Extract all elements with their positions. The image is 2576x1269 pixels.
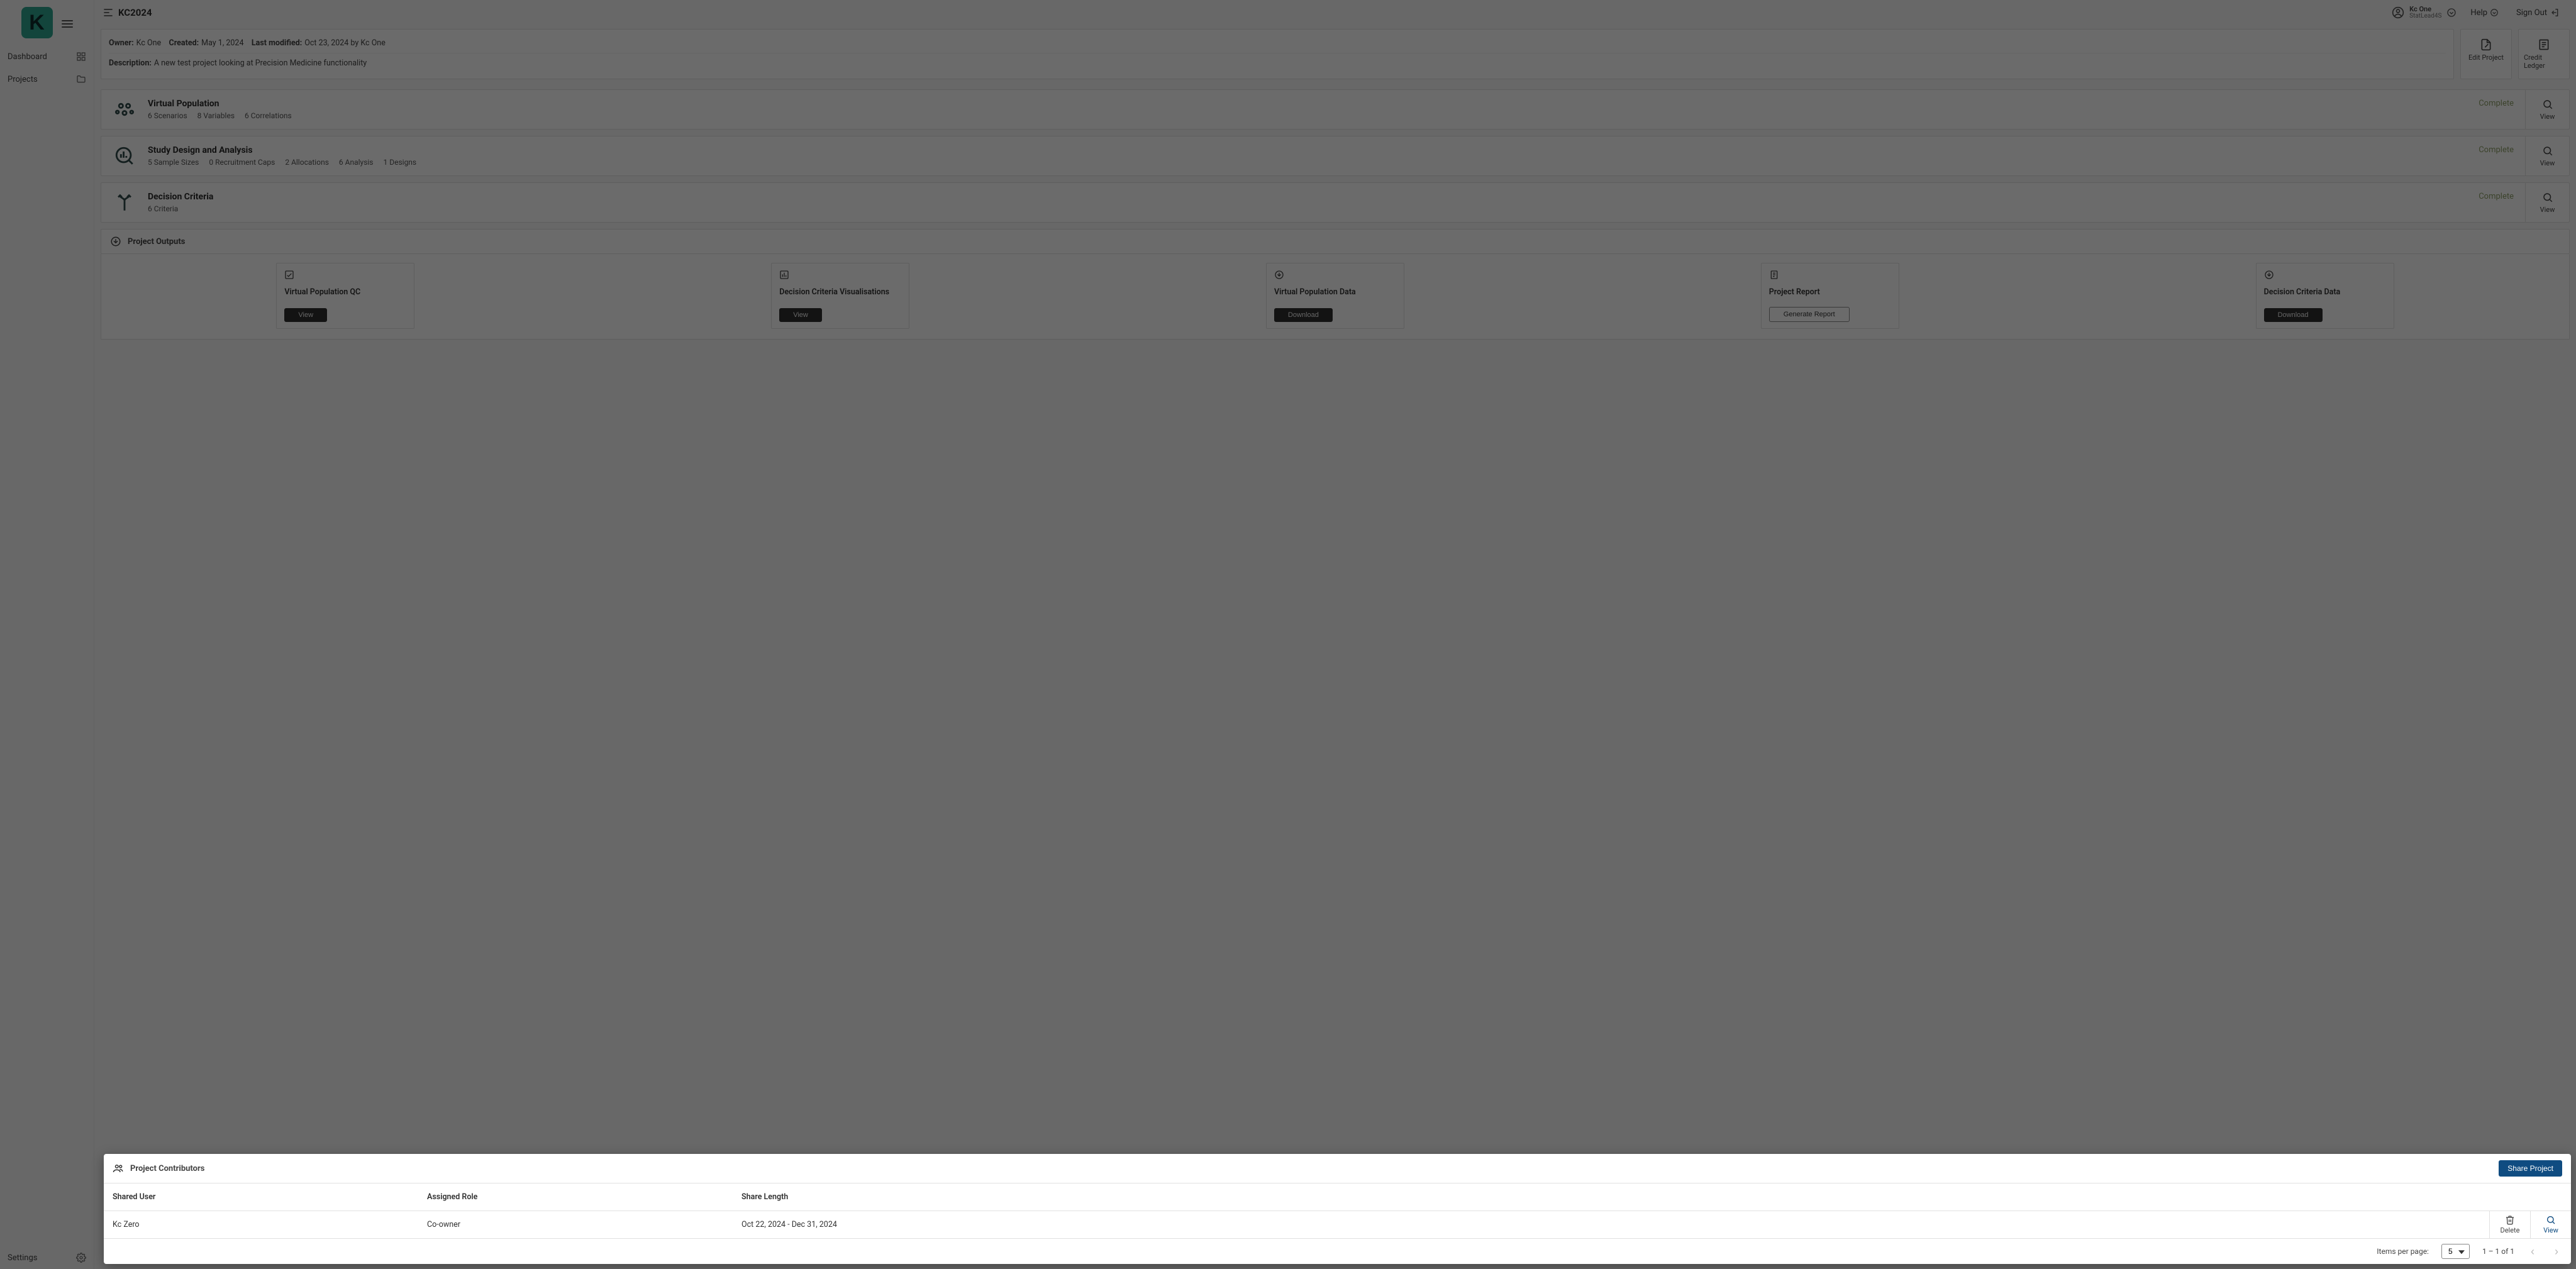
items-per-page-label: Items per page: (2377, 1247, 2429, 1256)
section-icon (111, 145, 138, 167)
contrib-header-label: Project Contributors (130, 1164, 204, 1173)
output-card-icon (1274, 270, 1396, 280)
sidebar-item-dashboard[interactable]: Dashboard (0, 45, 94, 68)
section-title: Virtual Population (148, 99, 292, 109)
contrib-length: Oct 22, 2024 - Dec 31, 2024 (733, 1211, 1035, 1238)
section-subtitle: 6 Scenarios8 Variables6 Correlations (148, 111, 292, 120)
outputs-row: Virtual Population QCViewDecision Criter… (101, 254, 2570, 340)
output-card-title: Decision Criteria Data (2264, 287, 2386, 297)
section-view-button[interactable]: View (2525, 183, 2569, 222)
section-title: Decision Criteria (148, 192, 213, 202)
meta-line-top: Owner:Kc One Created:May 1, 2024 Last mo… (109, 36, 2446, 53)
output-card-button[interactable]: View (284, 308, 327, 322)
hamburger-icon[interactable] (62, 18, 73, 27)
sign-out-icon (2550, 8, 2560, 18)
sidebar-item-label: Settings (8, 1253, 37, 1263)
section-subtitle: 5 Sample Sizes0 Recruitment Caps2 Alloca… (148, 158, 416, 167)
items-per-page-select[interactable]: 5 (2441, 1244, 2470, 1259)
download-circle-icon (110, 236, 121, 247)
chevron-down-icon (2446, 8, 2457, 18)
project-contributors-panel: Project Contributors Share Project Share… (104, 1154, 2571, 1264)
folder-icon (76, 74, 86, 84)
trash-icon (2505, 1215, 2515, 1225)
share-project-button[interactable]: Share Project (2499, 1160, 2562, 1177)
section-icon (111, 99, 138, 120)
output-card-icon (284, 270, 406, 280)
user-circle-icon (2392, 6, 2404, 19)
gear-icon (76, 1253, 86, 1263)
project-outputs-header: Project Outputs (101, 229, 2570, 254)
edit-project-button[interactable]: Edit Project (2463, 35, 2509, 65)
output-card-icon (1769, 270, 1891, 280)
app-logo: K (21, 7, 53, 38)
section-view-button[interactable]: View (2525, 136, 2569, 175)
breadcrumb-icon[interactable] (102, 6, 114, 19)
output-card-button[interactable]: Download (1274, 308, 1333, 322)
help-chevron-icon (2490, 8, 2499, 17)
pagination-range: 1 – 1 of 1 (2482, 1247, 2514, 1256)
sidebar-item-settings[interactable]: Settings (0, 1246, 94, 1269)
output-card-button[interactable]: View (779, 308, 822, 322)
edit-document-icon (2480, 38, 2492, 51)
section-card: Virtual Population 6 Scenarios8 Variables… (101, 89, 2570, 130)
contrib-role: Co-owner (418, 1211, 733, 1238)
topbar: KC2024 Kc One StatLead4S Help Sign Out (94, 0, 2576, 25)
section-card: Decision Criteria 6 Criteria CompleteView (101, 182, 2570, 223)
user-role: StatLead4S (2409, 13, 2441, 20)
section-view-button[interactable]: View (2525, 90, 2569, 129)
sidebar-item-projects[interactable]: Projects (0, 68, 94, 91)
contrib-table-row: Kc Zero Co-owner Oct 22, 2024 - Dec 31, … (104, 1211, 2571, 1239)
section-status: Complete (2467, 183, 2525, 210)
pagination-prev[interactable]: ‹ (2527, 1245, 2538, 1258)
output-card: Project Report Generate Report (1761, 263, 1899, 329)
section-icon (111, 192, 138, 213)
output-card: Decision Criteria Data Download (2256, 263, 2394, 329)
main: KC2024 Kc One StatLead4S Help Sign Out (94, 0, 2576, 1269)
output-card: Virtual Population Data Download (1266, 263, 1404, 329)
sign-out-link[interactable]: Sign Out (2507, 8, 2568, 18)
user-chip[interactable]: Kc One StatLead4S (2387, 3, 2462, 22)
output-card-icon (2264, 270, 2386, 280)
sidebar-item-label: Dashboard (8, 52, 47, 62)
section-title: Study Design and Analysis (148, 145, 416, 155)
contrib-view-button[interactable]: View (2530, 1211, 2571, 1238)
output-card-title: Decision Criteria Visualisations (779, 287, 901, 297)
output-card: Virtual Population QC View (276, 263, 414, 329)
output-card-button[interactable]: Generate Report (1769, 307, 1850, 322)
output-card-title: Virtual Population QC (284, 287, 406, 297)
contrib-delete-button[interactable]: Delete (2489, 1211, 2530, 1238)
output-card-icon (779, 270, 901, 280)
contrib-user: Kc Zero (104, 1211, 418, 1238)
section-status: Complete (2467, 90, 2525, 117)
sidebar-item-label: Projects (8, 75, 38, 84)
magnifier-icon (2542, 145, 2553, 157)
section-status: Complete (2467, 136, 2525, 163)
dashboard-icon (76, 52, 86, 62)
ledger-icon (2538, 38, 2550, 51)
output-card-title: Virtual Population Data (1274, 287, 1396, 297)
section-subtitle: 6 Criteria (148, 204, 213, 213)
people-icon (113, 1163, 124, 1174)
contrib-pagination: Items per page: 5 1 – 1 of 1 ‹ › (104, 1239, 2571, 1264)
sidebar-nav: Dashboard Projects Settings (0, 45, 94, 1269)
page-title: KC2024 (118, 7, 152, 18)
help-link[interactable]: Help (2462, 8, 2507, 18)
magnifier-icon (2546, 1215, 2556, 1225)
contrib-table-header: Shared User Assigned Role Share Length (104, 1183, 2571, 1211)
output-card-title: Project Report (1769, 287, 1891, 297)
section-card: Study Design and Analysis 5 Sample Sizes0… (101, 136, 2570, 176)
credit-ledger-button[interactable]: Credit Ledger (2521, 35, 2567, 74)
user-name: Kc One (2409, 6, 2441, 13)
meta-line-desc: Description:A new test project looking a… (109, 56, 2446, 70)
brand-row: K (0, 0, 94, 45)
sidebar: K Dashboard Projects Settings (0, 0, 94, 1269)
output-card: Decision Criteria Visualisations View (771, 263, 909, 329)
output-card-button[interactable]: Download (2264, 308, 2323, 322)
magnifier-icon (2542, 192, 2553, 203)
pagination-next[interactable]: › (2551, 1245, 2562, 1258)
magnifier-icon (2542, 99, 2553, 110)
